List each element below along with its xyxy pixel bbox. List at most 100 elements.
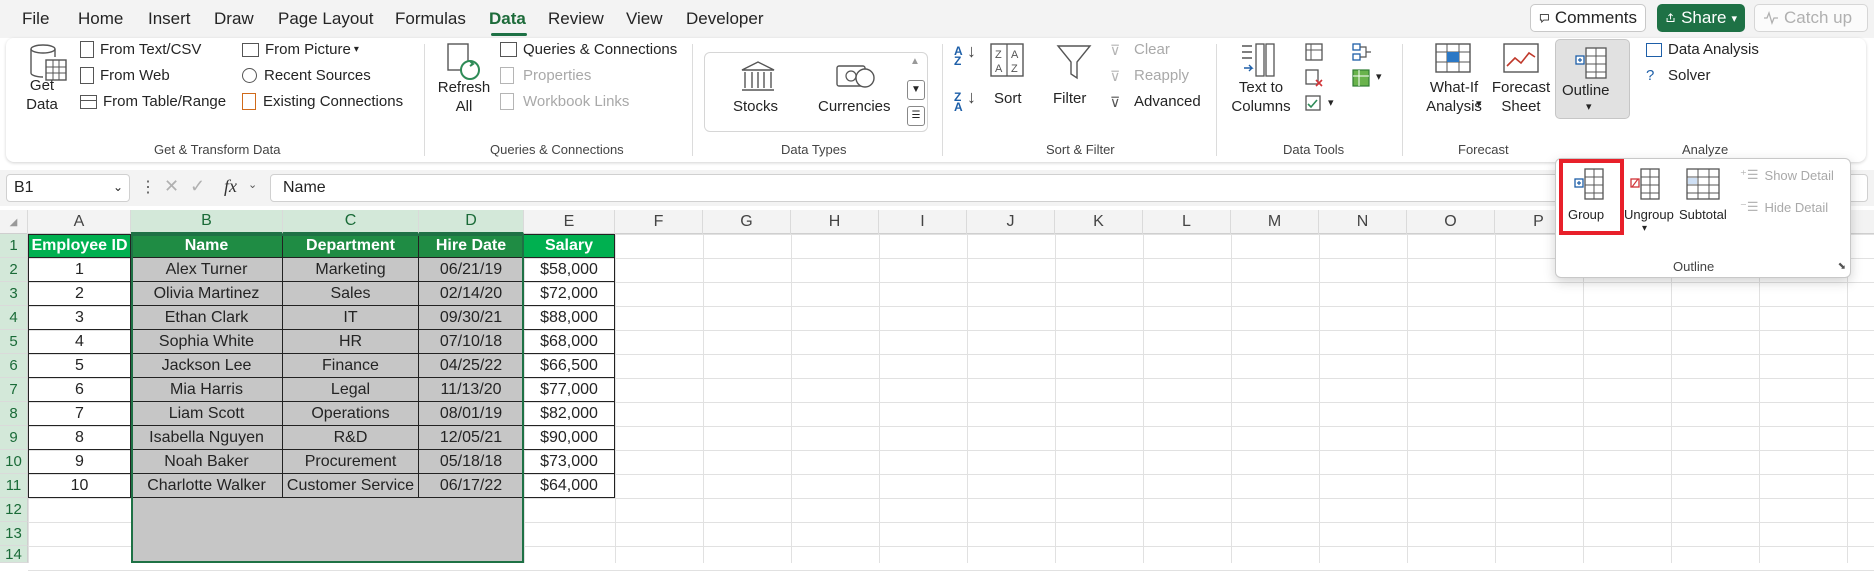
menu-developer[interactable]: Developer: [686, 9, 764, 29]
clear-button[interactable]: ⊽ Clear: [1110, 41, 1170, 58]
table-cell[interactable]: 08/01/19: [419, 402, 524, 426]
table-cell[interactable]: Noah Baker: [131, 450, 283, 474]
table-cell[interactable]: IT: [283, 306, 419, 330]
table-cell[interactable]: Ethan Clark: [131, 306, 283, 330]
menu-page-layout[interactable]: Page Layout: [278, 9, 373, 29]
menu-formulas[interactable]: Formulas: [395, 9, 466, 29]
menu-view[interactable]: View: [626, 9, 663, 29]
table-cell[interactable]: 3: [28, 306, 131, 330]
row-header[interactable]: 3: [0, 282, 28, 306]
table-header-cell[interactable]: Hire Date: [419, 234, 524, 258]
table-cell[interactable]: 1: [28, 258, 131, 282]
row-header[interactable]: 4: [0, 306, 28, 330]
workbook-links-button[interactable]: Workbook Links: [500, 93, 629, 110]
column-header[interactable]: A: [28, 210, 131, 234]
comments-button[interactable]: Comments: [1530, 4, 1646, 32]
table-cell[interactable]: Alex Turner: [131, 258, 283, 282]
table-cell[interactable]: Jackson Lee: [131, 354, 283, 378]
row-header[interactable]: 12: [0, 498, 28, 522]
table-cell[interactable]: Legal: [283, 378, 419, 402]
table-cell[interactable]: $77,000: [524, 378, 615, 402]
menu-home[interactable]: Home: [78, 9, 123, 29]
table-cell[interactable]: 02/14/20: [419, 282, 524, 306]
outline-button[interactable]: Outline ▾: [1555, 39, 1630, 119]
queries-connections-button[interactable]: Queries & Connections: [500, 41, 677, 58]
table-cell[interactable]: Marketing: [283, 258, 419, 282]
column-header[interactable]: M: [1231, 210, 1319, 234]
column-header[interactable]: H: [791, 210, 879, 234]
menu-insert[interactable]: Insert: [148, 9, 191, 29]
column-header[interactable]: C: [283, 210, 419, 234]
insert-function-icon[interactable]: fx: [224, 176, 237, 197]
from-text-csv-button[interactable]: From Text/CSV: [80, 41, 201, 58]
column-header[interactable]: B: [131, 210, 283, 234]
existing-connections-button[interactable]: Existing Connections: [242, 93, 403, 110]
more-options-icon[interactable]: ⋮: [140, 177, 156, 197]
scroll-up-icon[interactable]: ▲: [910, 56, 920, 67]
table-cell[interactable]: 11/13/20: [419, 378, 524, 402]
column-header[interactable]: F: [615, 210, 703, 234]
table-cell[interactable]: Customer Service: [283, 474, 419, 498]
menu-draw[interactable]: Draw: [214, 9, 254, 29]
table-header-cell[interactable]: Name: [131, 234, 283, 258]
table-cell[interactable]: 07/10/18: [419, 330, 524, 354]
select-all-corner[interactable]: ◢: [0, 210, 28, 234]
table-cell[interactable]: $88,000: [524, 306, 615, 330]
table-cell[interactable]: $82,000: [524, 402, 615, 426]
column-header[interactable]: G: [703, 210, 791, 234]
table-cell[interactable]: 9: [28, 450, 131, 474]
table-cell[interactable]: $68,000: [524, 330, 615, 354]
column-header[interactable]: L: [1143, 210, 1231, 234]
table-header-cell[interactable]: Department: [283, 234, 419, 258]
table-cell[interactable]: Charlotte Walker: [131, 474, 283, 498]
table-cell[interactable]: $66,500: [524, 354, 615, 378]
sort-ascending-button[interactable]: A Z ↓: [954, 42, 976, 67]
recent-sources-button[interactable]: Recent Sources: [242, 67, 371, 84]
menu-file[interactable]: File: [22, 9, 49, 29]
row-header[interactable]: 10: [0, 450, 28, 474]
table-cell[interactable]: 05/18/18: [419, 450, 524, 474]
table-cell[interactable]: 4: [28, 330, 131, 354]
gallery-more-icon[interactable]: ☰: [907, 106, 925, 126]
share-button[interactable]: Share ▾: [1657, 4, 1745, 32]
chevron-down-icon[interactable]: ⌄: [248, 178, 257, 191]
column-header[interactable]: J: [967, 210, 1055, 234]
column-header[interactable]: E: [524, 210, 615, 234]
table-cell[interactable]: Isabella Nguyen: [131, 426, 283, 450]
properties-button[interactable]: Properties: [500, 67, 591, 84]
table-cell[interactable]: 6: [28, 378, 131, 402]
table-header-cell[interactable]: Salary: [524, 234, 615, 258]
catch-up-button[interactable]: Catch up: [1754, 4, 1868, 32]
show-detail-button[interactable]: ⁺☰ Show Detail: [1740, 167, 1834, 183]
row-header[interactable]: 6: [0, 354, 28, 378]
table-header-cell[interactable]: Employee ID: [28, 234, 131, 258]
column-header[interactable]: D: [419, 210, 524, 234]
row-header[interactable]: 2: [0, 258, 28, 282]
from-web-button[interactable]: From Web: [80, 67, 170, 84]
scroll-down-icon[interactable]: ▼: [907, 80, 925, 100]
row-header[interactable]: 7: [0, 378, 28, 402]
table-cell[interactable]: 12/05/21: [419, 426, 524, 450]
table-cell[interactable]: Operations: [283, 402, 419, 426]
sort-descending-button[interactable]: Z A ↓: [954, 88, 976, 113]
table-cell[interactable]: 10: [28, 474, 131, 498]
chevron-down-icon[interactable]: ⌄: [113, 180, 123, 194]
menu-review[interactable]: Review: [548, 9, 604, 29]
dialog-launcher-icon[interactable]: ⬊: [1838, 261, 1846, 272]
column-header[interactable]: T: [1847, 210, 1874, 234]
table-cell[interactable]: Mia Harris: [131, 378, 283, 402]
column-header[interactable]: I: [879, 210, 967, 234]
row-header[interactable]: 8: [0, 402, 28, 426]
table-cell[interactable]: 7: [28, 402, 131, 426]
name-box[interactable]: B1 ⌄: [6, 174, 130, 202]
table-cell[interactable]: 09/30/21: [419, 306, 524, 330]
table-cell[interactable]: $58,000: [524, 258, 615, 282]
cancel-icon[interactable]: ✕: [164, 176, 179, 197]
table-cell[interactable]: R&D: [283, 426, 419, 450]
table-cell[interactable]: $64,000: [524, 474, 615, 498]
row-header[interactable]: 9: [0, 426, 28, 450]
table-cell[interactable]: 06/21/19: [419, 258, 524, 282]
table-cell[interactable]: $72,000: [524, 282, 615, 306]
row-header[interactable]: 5: [0, 330, 28, 354]
row-header[interactable]: 1: [0, 234, 28, 258]
